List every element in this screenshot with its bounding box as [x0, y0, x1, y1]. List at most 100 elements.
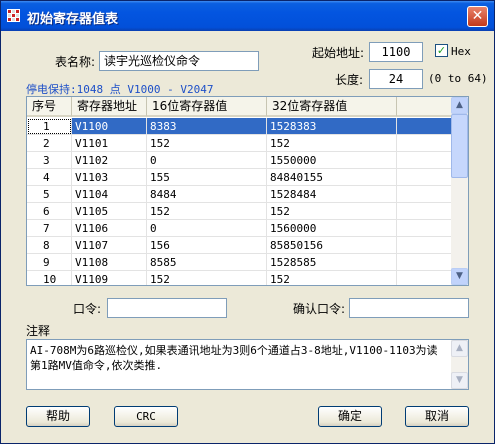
cell-filler[interactable]: [397, 203, 452, 220]
cell-filler[interactable]: [397, 135, 452, 152]
table-name-input[interactable]: 读宇光巡检仪命令: [99, 51, 259, 71]
cell-32bit-value[interactable]: 152: [267, 271, 397, 285]
cancel-button[interactable]: 取消: [405, 406, 469, 427]
table-row[interactable]: 10 V1109 152 152: [27, 271, 452, 285]
cell-16bit-value[interactable]: 152: [147, 271, 267, 285]
cell-index[interactable]: 10: [27, 271, 72, 285]
cell-32bit-value[interactable]: 1550000: [267, 152, 397, 169]
cell-index[interactable]: 4: [27, 169, 72, 186]
cell-16bit-value[interactable]: 152: [147, 203, 267, 220]
cell-index[interactable]: 2: [27, 135, 72, 152]
table-vertical-scrollbar[interactable]: ▲ ▼: [451, 97, 468, 285]
cell-32bit-value[interactable]: 1528484: [267, 186, 397, 203]
cell-32bit-value[interactable]: 152: [267, 203, 397, 220]
cell-filler[interactable]: [397, 237, 452, 254]
crc-button[interactable]: CRC: [114, 406, 178, 427]
cell-16bit-value[interactable]: 8383: [147, 118, 267, 135]
table-row[interactable]: 3 V1102 0 1550000: [27, 152, 452, 169]
cell-32bit-value[interactable]: 1528383: [267, 118, 397, 135]
start-address-label: 起始地址:: [312, 46, 365, 60]
table-row[interactable]: 2 V1101 152 152: [27, 135, 452, 152]
start-address-input[interactable]: 1100: [369, 42, 423, 62]
register-table-dialog: 初始寄存器值表 ✕ 表名称: 读宇光巡检仪命令 起始地址: 1100 ✓ Hex…: [0, 0, 495, 444]
cell-index[interactable]: 5: [27, 186, 72, 203]
table-header: 序号 寄存器地址 16位寄存器值 32位寄存器值: [27, 97, 452, 117]
cell-register-address[interactable]: V1109: [72, 271, 147, 285]
notes-scrollbar[interactable]: ▲ ▼: [451, 340, 468, 389]
length-input[interactable]: 24: [369, 69, 423, 89]
cell-index[interactable]: 6: [27, 203, 72, 220]
cell-16bit-value[interactable]: 8484: [147, 186, 267, 203]
confirm-password-input[interactable]: [349, 298, 469, 318]
length-range-hint: (0 to 64): [428, 72, 488, 85]
password-label: 口令:: [73, 302, 102, 316]
cell-register-address[interactable]: V1106: [72, 220, 147, 237]
cell-register-address[interactable]: V1107: [72, 237, 147, 254]
chevron-up-icon[interactable]: ▲: [451, 97, 468, 114]
cell-register-address[interactable]: V1104: [72, 186, 147, 203]
table-row[interactable]: 4 V1103 155 84840155: [27, 169, 452, 186]
window-title: 初始寄存器值表: [27, 12, 119, 27]
table-row[interactable]: 5 V1104 8484 1528484: [27, 186, 452, 203]
header-index[interactable]: 序号: [27, 97, 72, 117]
cell-filler[interactable]: [397, 152, 452, 169]
cell-filler[interactable]: [397, 169, 452, 186]
cell-32bit-value[interactable]: 84840155: [267, 169, 397, 186]
ok-button[interactable]: 确定: [318, 406, 382, 427]
cell-32bit-value[interactable]: 1560000: [267, 220, 397, 237]
confirm-password-label: 确认口令:: [293, 302, 346, 316]
cell-register-address[interactable]: V1105: [72, 203, 147, 220]
notes-text: AI-708M为6路巡检仪,如果表通讯地址为3则6个通道占3-8地址,V1100…: [30, 344, 438, 372]
title-bar[interactable]: 初始寄存器值表 ✕: [1, 1, 494, 31]
cell-32bit-value[interactable]: 85850156: [267, 237, 397, 254]
header-16bit-value[interactable]: 16位寄存器值: [147, 97, 267, 117]
header-filler: [397, 97, 452, 117]
cell-16bit-value[interactable]: 156: [147, 237, 267, 254]
header-register-address[interactable]: 寄存器地址: [72, 97, 147, 117]
table-row[interactable]: 1 V1100 8383 1528383: [27, 118, 452, 135]
cell-16bit-value[interactable]: 155: [147, 169, 267, 186]
cell-register-address[interactable]: V1100: [72, 118, 147, 135]
chevron-down-icon[interactable]: ▼: [451, 372, 468, 389]
table-row[interactable]: 6 V1105 152 152: [27, 203, 452, 220]
help-button[interactable]: 帮助: [26, 406, 90, 427]
cell-index[interactable]: 9: [27, 254, 72, 271]
cell-filler[interactable]: [397, 254, 452, 271]
cell-filler[interactable]: [397, 118, 452, 135]
notes-textarea[interactable]: AI-708M为6路巡检仪,如果表通讯地址为3则6个通道占3-8地址,V1100…: [26, 339, 469, 390]
chevron-up-icon[interactable]: ▲: [451, 340, 468, 357]
table-row[interactable]: 7 V1106 0 1560000: [27, 220, 452, 237]
cell-register-address[interactable]: V1103: [72, 169, 147, 186]
password-input[interactable]: [107, 298, 227, 318]
cell-filler[interactable]: [397, 220, 452, 237]
cell-index[interactable]: 1: [27, 118, 72, 135]
notes-label: 注释: [26, 324, 51, 338]
cell-register-address[interactable]: V1102: [72, 152, 147, 169]
cell-register-address[interactable]: V1108: [72, 254, 147, 271]
scroll-thumb[interactable]: [451, 114, 468, 178]
cell-16bit-value[interactable]: 0: [147, 220, 267, 237]
table-name-label: 表名称:: [55, 55, 96, 69]
hex-checkbox[interactable]: ✓: [435, 44, 448, 57]
cell-16bit-value[interactable]: 8585: [147, 254, 267, 271]
hex-label: Hex: [451, 45, 471, 58]
cell-16bit-value[interactable]: 0: [147, 152, 267, 169]
cell-32bit-value[interactable]: 1528585: [267, 254, 397, 271]
cell-index[interactable]: 8: [27, 237, 72, 254]
close-icon[interactable]: ✕: [467, 6, 488, 27]
register-table[interactable]: 序号 寄存器地址 16位寄存器值 32位寄存器值 1 V1100 8383 15283…: [26, 96, 469, 286]
header-32bit-value[interactable]: 32位寄存器值: [267, 97, 397, 117]
cell-register-address[interactable]: V1101: [72, 135, 147, 152]
checkmark-icon: ✓: [436, 44, 447, 57]
app-grid-icon: [7, 9, 20, 22]
cell-16bit-value[interactable]: 152: [147, 135, 267, 152]
cell-filler[interactable]: [397, 186, 452, 203]
cell-index[interactable]: 7: [27, 220, 72, 237]
table-row[interactable]: 9 V1108 8585 1528585: [27, 254, 452, 271]
cell-32bit-value[interactable]: 152: [267, 135, 397, 152]
table-row[interactable]: 8 V1107 156 85850156: [27, 237, 452, 254]
length-label: 长度:: [335, 73, 364, 87]
chevron-down-icon[interactable]: ▼: [451, 268, 468, 285]
cell-index[interactable]: 3: [27, 152, 72, 169]
cell-filler[interactable]: [397, 271, 452, 285]
